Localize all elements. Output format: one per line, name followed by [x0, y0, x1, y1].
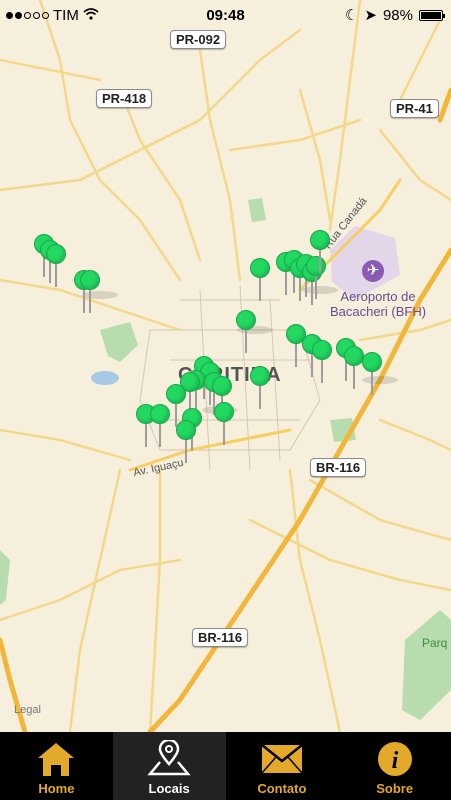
tab-label: Sobre — [376, 781, 414, 796]
tab-label: Home — [38, 781, 75, 796]
tab-locais[interactable]: Locais — [112, 732, 226, 800]
tab-sobre[interactable]: i Sobre — [338, 732, 451, 800]
road-label: PR-092 — [170, 30, 227, 49]
moon-icon: ☾ — [344, 7, 359, 24]
park-label: Parq — [422, 636, 448, 650]
airport-label: Aeroporto de Bacacheri (BFH) — [329, 289, 427, 319]
legal-link[interactable]: Legal — [14, 704, 41, 716]
location-arrow-icon: ➤ — [364, 7, 377, 24]
airport-icon: ✈ — [362, 260, 384, 282]
tab-contato[interactable]: Contato — [226, 732, 339, 800]
info-icon: i — [376, 739, 414, 779]
envelope-icon — [260, 739, 304, 779]
road-label: BR-116 — [192, 628, 249, 647]
status-bar: TIM 09:48 ☾ ➤ 98% — [0, 0, 451, 30]
tab-home[interactable]: Home — [0, 732, 113, 800]
road-label: PR-41 — [390, 99, 439, 118]
road-label: BR-116 — [310, 458, 367, 477]
map-pin-icon — [146, 739, 192, 779]
battery-icon — [419, 9, 445, 21]
map-view[interactable]: PR-092 PR-418 PR-41 BR-116 BR-116 ✈ Aero… — [0, 0, 451, 732]
battery-percent: 98% — [382, 6, 413, 24]
road-label: PR-418 — [96, 89, 153, 108]
home-icon — [34, 739, 78, 779]
svg-text:i: i — [391, 748, 398, 774]
tab-bar: Home Locais Contato i Sobre — [0, 732, 451, 800]
tab-label: Locais — [148, 781, 190, 796]
tab-label: Contato — [257, 781, 307, 796]
